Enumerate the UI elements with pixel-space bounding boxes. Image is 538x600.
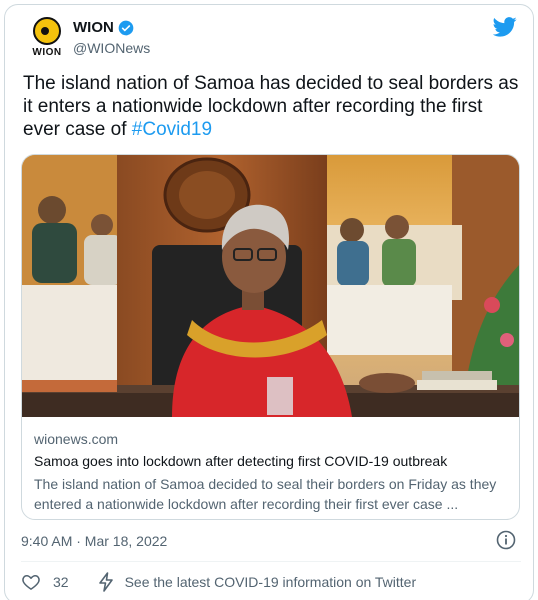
link-description[interactable]: The island nation of Samoa decided to se… [34, 474, 512, 514]
account-name[interactable]: WION [73, 19, 114, 36]
article-image[interactable] [22, 155, 519, 417]
bolt-icon [98, 572, 113, 592]
info-icon[interactable] [496, 530, 516, 550]
account-handle[interactable]: @WIONews [73, 40, 150, 56]
link-domain[interactable]: wionews.com [34, 431, 118, 447]
hashtag-link[interactable]: #Covid19 [132, 119, 212, 140]
account-name-row[interactable]: WION [73, 19, 134, 36]
tweet-card[interactable]: WION WION @WIONews The island nation of … [4, 4, 534, 600]
like-count[interactable]: 32 [53, 574, 69, 590]
twitter-icon[interactable] [493, 17, 517, 37]
tweet-text: The island nation of Samoa has decided t… [23, 72, 523, 141]
actions-bar: 32 See the latest COVID-19 information o… [21, 570, 416, 594]
covid-info-link[interactable]: See the latest COVID-19 information on T… [125, 574, 417, 590]
link-card[interactable]: wionews.com Samoa goes into lockdown aft… [21, 154, 520, 520]
avatar-logo-text: WION [32, 47, 62, 58]
divider [21, 561, 521, 562]
like-icon[interactable] [21, 572, 41, 592]
link-title[interactable]: Samoa goes into lockdown after detecting… [34, 453, 447, 469]
timestamp[interactable]: 9:40 AM · Mar 18, 2022 [21, 533, 167, 549]
avatar[interactable]: WION [27, 17, 67, 61]
tweet-body: The island nation of Samoa has decided t… [23, 73, 519, 140]
wion-logo [33, 17, 61, 45]
verified-icon [118, 20, 134, 35]
